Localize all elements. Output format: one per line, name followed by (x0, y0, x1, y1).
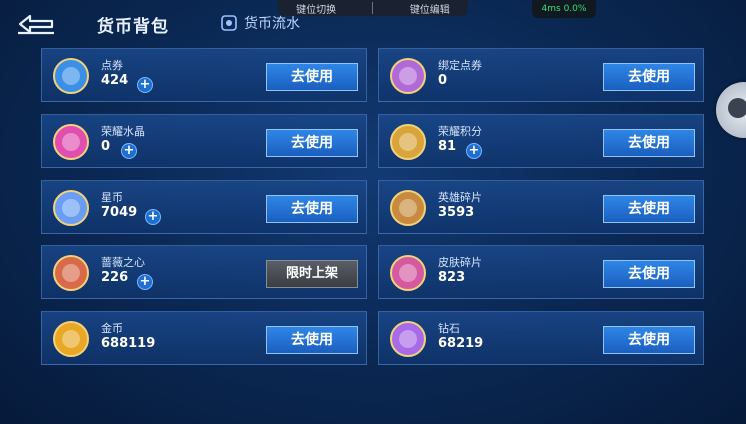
use-button[interactable]: 去使用 (266, 129, 358, 157)
currency-name: 皮肤碎片 (438, 256, 482, 269)
currency-name: 荣耀积分 (438, 125, 482, 138)
glory-points-icon (390, 124, 426, 160)
skin-shard-icon (390, 255, 426, 291)
currency-amount: 68219 (438, 336, 484, 351)
currency-amount: 823 (438, 270, 466, 285)
currency-card: 绑定点券 0 去使用 (378, 48, 704, 102)
performance-readout: 4ms 0.0% (532, 0, 596, 18)
currency-amount: 3593 (438, 205, 475, 220)
currency-amount: 424 (101, 73, 129, 88)
limited-sale-button[interactable]: 限时上架 (266, 260, 358, 288)
currency-name: 钻石 (438, 322, 460, 335)
use-button[interactable]: 去使用 (266, 63, 358, 91)
side-menu-button[interactable] (716, 82, 746, 138)
coupon-card-icon (53, 58, 89, 94)
currency-amount: 688119 (101, 336, 156, 351)
add-currency-icon[interactable]: + (466, 143, 482, 159)
currency-amount: 226 (101, 270, 129, 285)
currency-amount: 0 (438, 73, 448, 88)
currency-name: 绑定点券 (438, 59, 482, 72)
add-currency-icon[interactable]: + (121, 143, 137, 159)
add-currency-icon[interactable]: + (137, 274, 153, 290)
star-coin-icon (53, 190, 89, 226)
currency-amount: 7049 (101, 205, 138, 220)
bound-coupon-icon (390, 58, 426, 94)
use-button[interactable]: 去使用 (266, 195, 358, 223)
back-arrow-icon[interactable] (16, 12, 56, 36)
use-button[interactable]: 去使用 (266, 326, 358, 354)
use-button[interactable]: 去使用 (603, 195, 695, 223)
currency-card: 星币 7049 + 去使用 (41, 180, 367, 234)
currency-card: 点券 424 + 去使用 (41, 48, 367, 102)
currency-card: 皮肤碎片 823 去使用 (378, 245, 704, 299)
add-currency-icon[interactable]: + (145, 209, 161, 225)
currency-card: 英雄碎片 3593 去使用 (378, 180, 704, 234)
currency-card: 金币 688119 去使用 (41, 311, 367, 365)
currency-flow-tab[interactable]: 货币流水 (220, 13, 300, 33)
currency-card: 钻石 68219 去使用 (378, 311, 704, 365)
use-button[interactable]: 去使用 (603, 260, 695, 288)
use-button[interactable]: 去使用 (603, 326, 695, 354)
currency-name: 点券 (101, 59, 123, 72)
glory-crystal-icon (53, 124, 89, 160)
hero-shard-icon (390, 190, 426, 226)
currency-card: 蔷薇之心 226 + 限时上架 (41, 245, 367, 299)
use-button[interactable]: 去使用 (603, 129, 695, 157)
currency-flow-label: 货币流水 (244, 16, 300, 32)
currency-name: 英雄碎片 (438, 191, 482, 204)
currency-card: 荣耀积分 81 + 去使用 (378, 114, 704, 168)
currency-amount: 81 (438, 139, 457, 154)
currency-name: 金币 (101, 322, 123, 335)
diamond-icon (390, 321, 426, 357)
gold-coin-icon (53, 321, 89, 357)
add-currency-icon[interactable]: + (137, 77, 153, 93)
currency-name: 荣耀水晶 (101, 125, 145, 138)
rose-heart-icon (53, 255, 89, 291)
key-edit-button[interactable]: 键位编辑 (410, 1, 450, 16)
currency-card: 荣耀水晶 0 + 去使用 (41, 114, 367, 168)
currency-amount: 0 (101, 139, 111, 154)
ledger-icon (221, 15, 237, 31)
use-button[interactable]: 去使用 (603, 63, 695, 91)
overlay-divider (372, 2, 374, 14)
currency-name: 星币 (101, 191, 123, 204)
key-overlay-bar: 键位切换 键位编辑 (278, 0, 468, 16)
page-title: 货币背包 (97, 17, 169, 37)
side-gear-icon (728, 98, 746, 118)
currency-name: 蔷薇之心 (101, 256, 145, 269)
key-switch-button[interactable]: 键位切换 (296, 1, 336, 16)
